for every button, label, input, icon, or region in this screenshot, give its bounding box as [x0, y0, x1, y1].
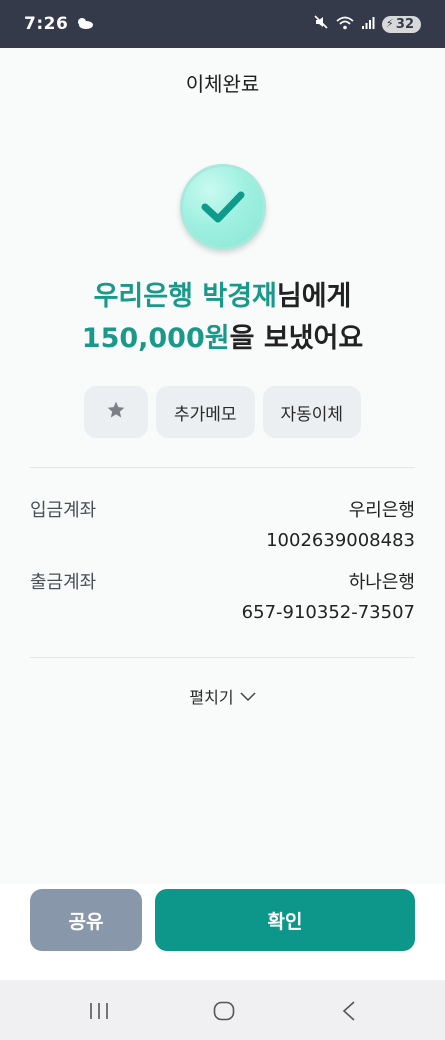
action-chips: 추가메모 자동이체 — [0, 386, 445, 438]
signal-icon — [361, 15, 375, 34]
recipient-name: 우리은행 박경재 — [93, 281, 277, 312]
withdraw-bank: 하나은행 — [348, 572, 415, 593]
status-left: 7:26 — [24, 14, 94, 34]
deposit-account-value: 우리은행 1002639008483 — [266, 496, 415, 556]
deposit-account-label: 입금계좌 — [30, 500, 97, 521]
favorite-button[interactable] — [83, 386, 148, 438]
mute-icon — [313, 14, 329, 34]
battery-level: 32 — [395, 16, 414, 32]
result-line-2: 150,000원을 보냈어요 — [0, 318, 445, 360]
divider-top — [30, 467, 415, 468]
amount-suffix: 을 보냈어요 — [229, 323, 364, 354]
wifi-icon — [336, 15, 354, 34]
deposit-account-number: 1002639008483 — [266, 530, 415, 551]
star-icon — [106, 400, 126, 425]
expand-button[interactable]: 펼치기 — [0, 684, 445, 708]
deposit-account-row: 입금계좌 우리은행 1002639008483 — [30, 496, 415, 556]
withdraw-account-number: 657-910352-73507 — [241, 602, 415, 623]
divider-bottom — [30, 657, 415, 658]
share-button[interactable]: 공유 — [30, 889, 142, 951]
bottom-action-bar: 공유 확인 — [0, 884, 445, 980]
transfer-result-message: 우리은행 박경재님에게 150,000원을 보냈어요 — [0, 276, 445, 360]
result-line-1: 우리은행 박경재님에게 — [0, 276, 445, 318]
withdraw-account-row: 출금계좌 하나은행 657-910352-73507 — [30, 568, 415, 628]
confirm-button[interactable]: 확인 — [155, 889, 415, 951]
transfer-complete-screen: 이체완료 우리은행 박경재님에게 150,000원을 보냈어요 추가메모 자동이… — [0, 48, 445, 980]
battery-icon: ⚡ 32 — [381, 15, 421, 33]
system-nav-bar — [0, 980, 445, 1040]
transfer-amount: 150,000원 — [81, 323, 230, 354]
recent-apps-icon[interactable] — [88, 1002, 110, 1020]
recipient-suffix: 님에게 — [276, 281, 352, 312]
withdraw-account-value: 하나은행 657-910352-73507 — [242, 568, 415, 628]
deposit-bank: 우리은행 — [348, 500, 415, 521]
status-bar: 7:26 ⚡ 32 — [0, 0, 445, 48]
chevron-down-icon — [240, 687, 256, 706]
withdraw-account-label: 출금계좌 — [30, 572, 97, 593]
add-memo-button[interactable]: 추가메모 — [155, 386, 255, 438]
auto-transfer-button[interactable]: 자동이체 — [262, 386, 362, 438]
status-right: ⚡ 32 — [313, 14, 421, 34]
status-time: 7:26 — [24, 14, 69, 34]
weather-cloud-icon — [76, 15, 94, 34]
page-title: 이체완료 — [185, 72, 260, 96]
success-check-icon — [180, 164, 266, 250]
back-icon[interactable] — [342, 1001, 356, 1021]
expand-label: 펼치기 — [189, 688, 234, 707]
home-icon[interactable] — [213, 1001, 235, 1021]
